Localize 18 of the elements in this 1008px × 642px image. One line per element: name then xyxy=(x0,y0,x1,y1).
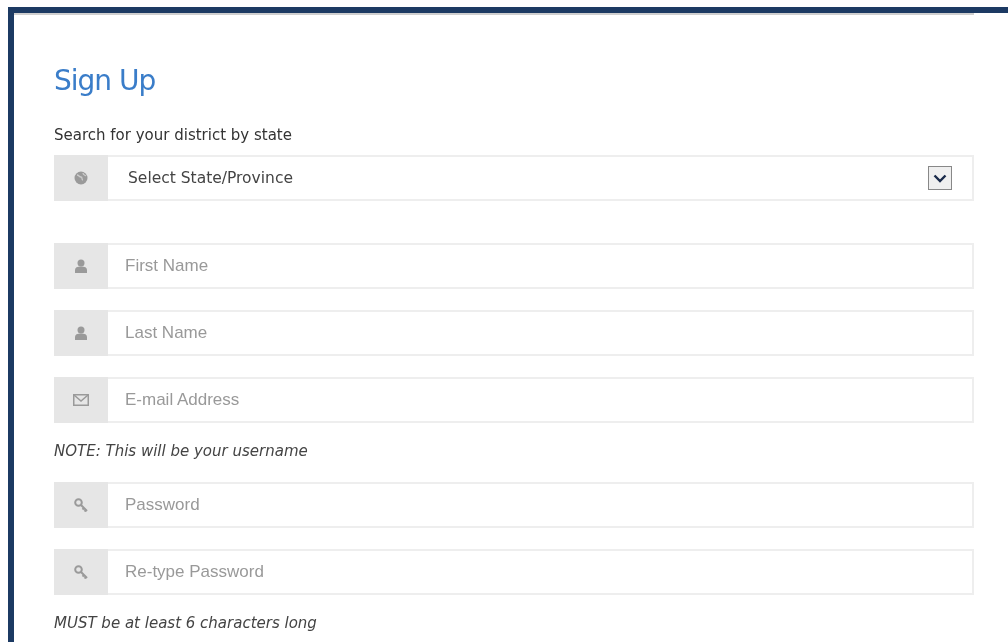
name-field[interactable]: Last Name xyxy=(108,310,974,356)
password-field[interactable]: Password xyxy=(108,482,974,528)
key-icon xyxy=(73,498,89,512)
envelope-icon xyxy=(73,394,89,406)
name-field[interactable]: First Name xyxy=(108,243,974,289)
user-icon xyxy=(75,326,87,340)
state-label: Search for your district by state xyxy=(54,125,293,145)
email-field[interactable]: E-mail Address xyxy=(108,377,974,423)
dropdown-button[interactable] xyxy=(928,166,952,190)
form-title: Sign Up xyxy=(54,63,157,99)
state-select[interactable]: Select State/Province xyxy=(108,155,974,201)
password-field[interactable]: Re-type Password xyxy=(108,549,974,595)
key-icon xyxy=(73,565,89,579)
globe-icon xyxy=(74,171,88,185)
field-note: MUST be at least 6 characters long xyxy=(54,613,318,634)
chevron-down-icon xyxy=(933,173,947,183)
field-note: NOTE: This will be your username xyxy=(54,441,309,462)
user-icon xyxy=(75,259,87,273)
